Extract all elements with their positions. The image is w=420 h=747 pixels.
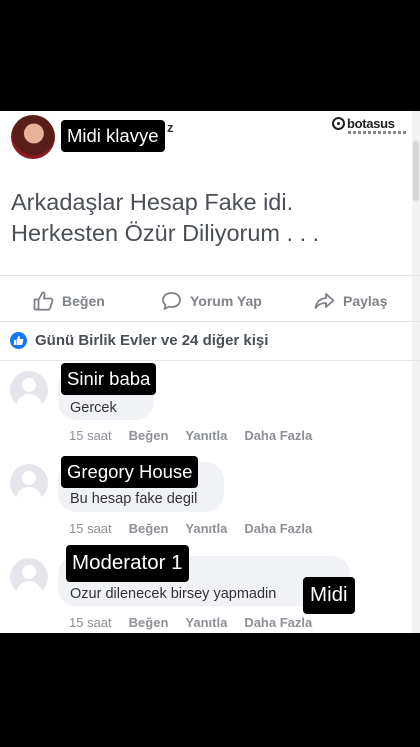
divider [0,275,420,276]
comment-like-link[interactable]: Beğen [129,521,169,536]
comment-meta: 15 saat Beğen Yanıtla Daha Fazla [69,521,329,536]
share-button[interactable]: Paylaş [314,291,387,311]
watermark-subtext [348,131,408,134]
comment-time[interactable]: 15 saat [69,521,112,536]
comment-more-link[interactable]: Daha Fazla [244,521,312,536]
comment-reply-link[interactable]: Yanıtla [185,615,227,630]
commenter-avatar[interactable] [10,464,48,502]
comment-label: Yorum Yap [190,293,262,309]
divider [0,360,420,361]
author-avatar[interactable] [11,115,55,159]
commenter-avatar[interactable] [10,371,48,409]
thumbs-up-icon [33,291,54,311]
comment-reply-link[interactable]: Yanıtla [185,521,227,536]
comment-button[interactable]: Yorum Yap [161,291,262,311]
comment-like-link[interactable]: Beğen [129,428,169,443]
comment-more-link[interactable]: Daha Fazla [244,428,312,443]
watermark-icon [332,116,345,130]
watermark-text: botasus [347,115,395,131]
comment-meta: 15 saat Beğen Yanıtla Daha Fazla [69,615,329,630]
divider [0,321,420,322]
watermark-logo: botasus [332,114,395,132]
reactions-text: Günü Birlik Evler ve 24 diğer kişi [35,332,269,349]
post-text: Arkadaşlar Hesap Fake idi. Herkesten Özü… [11,187,401,249]
like-reaction-icon [10,332,27,349]
commenter-avatar[interactable] [10,558,48,596]
comment-reply-link[interactable]: Yanıtla [185,428,227,443]
post-text-line-1: Arkadaşlar Hesap Fake idi. [11,189,294,215]
like-label: Beğen [62,293,105,309]
author-name-fragment[interactable]: z [167,120,174,135]
reactions-summary[interactable]: Günü Birlik Evler ve 24 diğer kişi [10,332,268,349]
like-button[interactable]: Beğen [33,291,105,311]
scrollbar[interactable] [412,111,420,633]
comment-meta: 15 saat Beğen Yanıtla Daha Fazla [69,428,329,443]
comment-text: Gercek [70,400,117,416]
comment-like-link[interactable]: Beğen [129,615,169,630]
overlay-label-comment-2: Gregory House [61,456,199,488]
share-arrow-icon [314,293,335,309]
comment-time[interactable]: 15 saat [69,428,112,443]
overlay-label-comment-3: Moderator 1 [66,545,189,582]
comment-time[interactable]: 15 saat [69,615,112,630]
overlay-label-comment-1: Sinir baba [61,363,157,395]
overlay-label-top: Midi klavye [61,120,165,152]
action-bar: Beğen Yorum Yap Paylaş [0,283,420,319]
overlay-label-comment-3-end: Midi [303,577,355,614]
comment-bubble-icon [162,292,181,310]
post-text-line-2: Herkesten Özür Diliyorum . . . [11,220,320,246]
comment-more-link[interactable]: Daha Fazla [244,615,312,630]
comment-text: Ozur dilenecek birsey yapmadin [70,586,277,602]
share-label: Paylaş [343,293,388,309]
scrollbar-thumb[interactable] [413,141,419,201]
comment-text: Bu hesap fake degil [70,491,198,507]
